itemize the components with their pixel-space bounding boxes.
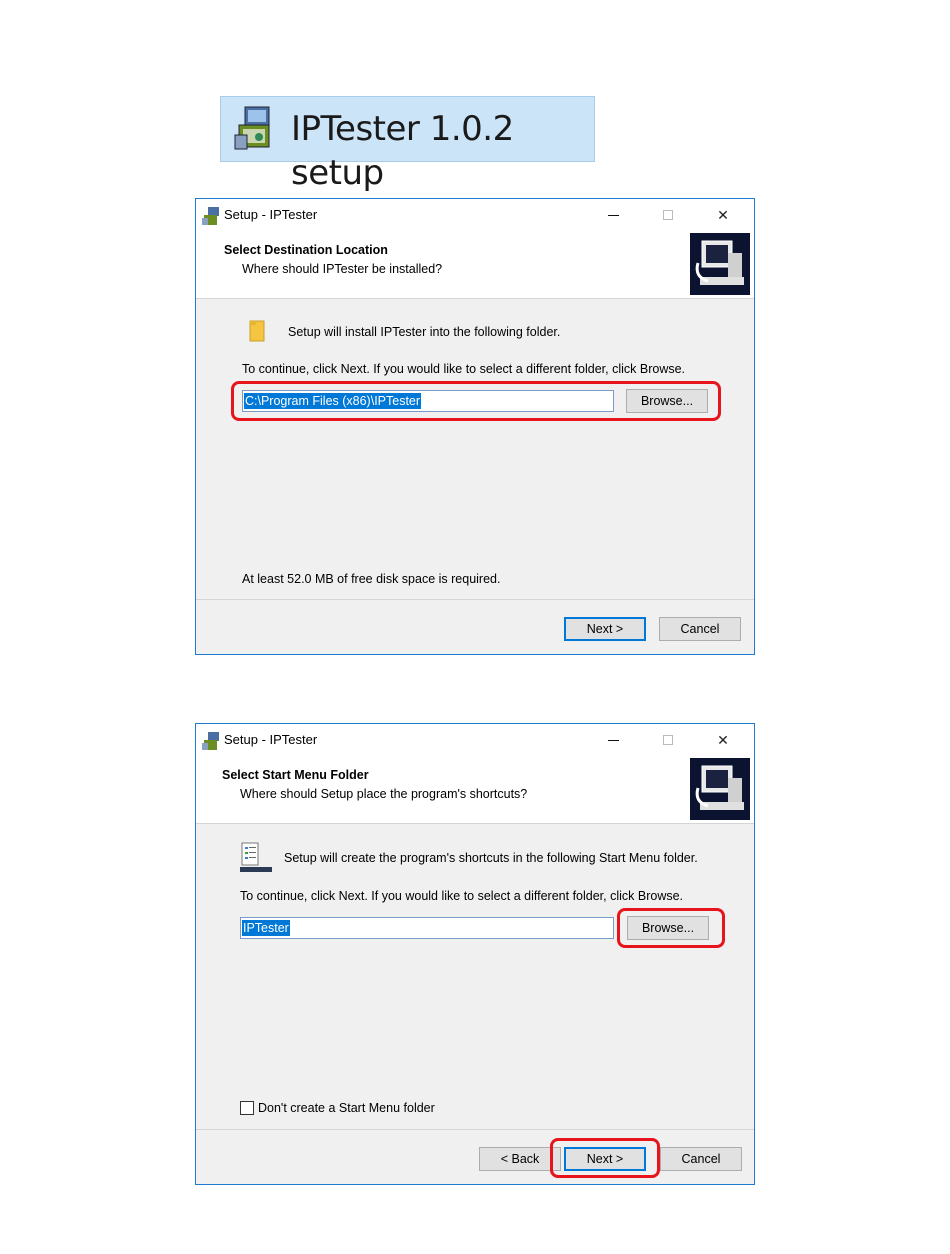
wizard-header: Select Destination Location Where should…	[196, 233, 754, 299]
computer-logo-icon	[690, 758, 750, 820]
computer-logo-icon	[690, 233, 750, 295]
instruction-text: To continue, click Next. If you would li…	[240, 889, 684, 903]
footer-divider	[196, 599, 754, 600]
checkbox-label: Don't create a Start Menu folder	[258, 1101, 435, 1115]
next-button[interactable]: Next >	[564, 617, 646, 641]
no-start-menu-checkbox[interactable]	[240, 1101, 254, 1115]
wizard-header: Select Start Menu Folder Where should Se…	[196, 758, 754, 824]
setup-dialog-start-menu: Setup - IPTester ✕ Select Start Menu Fol…	[195, 723, 755, 1185]
close-icon[interactable]: ✕	[700, 724, 746, 758]
window-title: Setup - IPTester	[224, 732, 318, 747]
installer-icon	[234, 106, 270, 150]
setup-app-icon	[202, 207, 219, 225]
banner-title: IPTester 1.0.2 setup	[291, 109, 514, 193]
page-heading: Select Destination Location	[224, 243, 388, 257]
minimize-icon[interactable]	[592, 724, 638, 758]
page-heading: Select Start Menu Folder	[222, 768, 369, 782]
footer-divider	[196, 1129, 754, 1130]
shortcut-info-text: Setup will create the program's shortcut…	[284, 851, 698, 865]
start-menu-folder-input[interactable]: IPTester	[240, 917, 614, 939]
start-menu-folder-value: IPTester	[242, 920, 290, 936]
start-menu-icon	[240, 842, 272, 872]
highlight-box-path	[231, 381, 721, 421]
setup-dialog-destination: Setup - IPTester ✕ Select Destination Lo…	[195, 198, 755, 655]
folder-icon	[249, 320, 265, 342]
install-info-text: Setup will install IPTester into the fol…	[288, 325, 561, 339]
highlight-box-next	[550, 1138, 660, 1178]
title-bar: Setup - IPTester ✕	[196, 199, 754, 233]
cancel-button[interactable]: Cancel	[659, 617, 741, 641]
disk-space-text: At least 52.0 MB of free disk space is r…	[242, 572, 501, 586]
back-button[interactable]: < Back	[479, 1147, 561, 1171]
maximize-icon[interactable]	[646, 199, 692, 233]
title-bar: Setup - IPTester ✕	[196, 724, 754, 758]
window-title: Setup - IPTester	[224, 207, 318, 222]
instruction-text: To continue, click Next. If you would li…	[242, 362, 686, 376]
close-icon[interactable]: ✕	[700, 199, 746, 233]
setup-app-icon	[202, 732, 219, 750]
maximize-icon[interactable]	[646, 724, 692, 758]
installer-banner[interactable]: IPTester 1.0.2 setup	[220, 96, 595, 193]
cancel-button[interactable]: Cancel	[660, 1147, 742, 1171]
minimize-icon[interactable]	[592, 199, 638, 233]
highlight-box-browse	[617, 908, 725, 948]
page-subheading: Where should Setup place the program's s…	[240, 787, 528, 801]
page-subheading: Where should IPTester be installed?	[242, 262, 443, 276]
